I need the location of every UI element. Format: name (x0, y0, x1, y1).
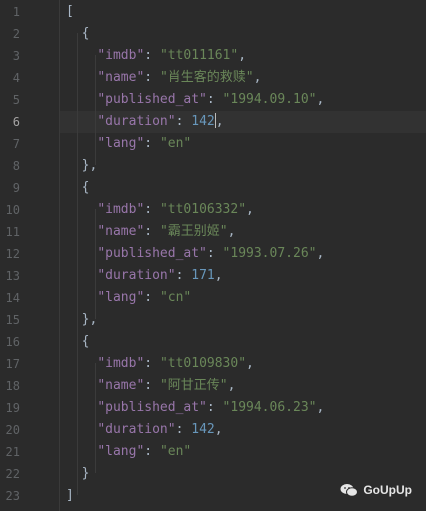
line-number: 16 (5, 335, 20, 349)
code-line[interactable]: "duration": 142, (66, 419, 222, 441)
line-number: 1 (12, 5, 20, 19)
line-number: 2 (12, 27, 20, 41)
code-line[interactable]: }, (66, 155, 98, 177)
code-line[interactable]: "published_at": "1994.09.10", (66, 89, 324, 111)
code-line[interactable]: "name": "肖生客的救赎", (66, 67, 261, 89)
code-line[interactable]: "published_at": "1994.06.23", (66, 397, 324, 419)
line-number: 17 (5, 357, 20, 371)
line-number: 7 (12, 137, 20, 151)
code-editor[interactable]: 1 2 3 4 5 6 7 8 9 10 11 12 13 14 15 16 17 18 19 20 21 22 23 [ … (0, 0, 426, 511)
code-content[interactable]: [ { "imdb": "tt011161", "name": "肖生客的救赎"… (60, 0, 426, 511)
code-line[interactable]: "imdb": "tt0109830", (66, 353, 254, 375)
line-number: 5 (12, 93, 20, 107)
code-line[interactable]: { (66, 331, 90, 353)
code-line[interactable]: "lang": "en" (66, 133, 191, 155)
code-line[interactable]: }, (66, 309, 98, 331)
line-number: 23 (5, 489, 20, 503)
line-number: 21 (5, 445, 20, 459)
watermark: GoUpUp (340, 483, 412, 497)
line-number: 14 (5, 291, 20, 305)
code-line[interactable]: } (66, 463, 90, 485)
code-line[interactable]: "duration": 171, (66, 265, 222, 287)
line-number: 9 (12, 181, 20, 195)
code-line[interactable]: "lang": "cn" (66, 287, 191, 309)
code-line[interactable]: "duration": 142, (66, 111, 224, 133)
line-number: 8 (12, 159, 20, 173)
wechat-icon (340, 483, 359, 497)
code-line[interactable]: "imdb": "tt011161", (66, 45, 246, 67)
line-number: 6 (12, 115, 20, 129)
code-line[interactable]: "published_at": "1993.07.26", (66, 243, 324, 265)
code-line[interactable]: { (66, 23, 90, 45)
line-number: 3 (12, 49, 20, 63)
watermark-text: GoUpUp (363, 483, 412, 497)
line-number: 19 (5, 401, 20, 415)
line-number: 4 (12, 71, 20, 85)
code-line[interactable]: ] (66, 485, 74, 507)
code-line[interactable]: "imdb": "tt0106332", (66, 199, 254, 221)
code-line[interactable]: "name": "阿甘正传", (66, 375, 235, 397)
code-line[interactable]: { (66, 177, 90, 199)
code-line[interactable]: "name": "霸王别姬", (66, 221, 235, 243)
line-number: 12 (5, 247, 20, 261)
line-number: 20 (5, 423, 20, 437)
line-number: 18 (5, 379, 20, 393)
line-number: 22 (5, 467, 20, 481)
line-number-gutter: 1 2 3 4 5 6 7 8 9 10 11 12 13 14 15 16 17 18 19 20 21 22 23 (0, 0, 60, 511)
line-number: 11 (5, 225, 20, 239)
code-line[interactable]: "lang": "en" (66, 441, 191, 463)
line-number: 15 (5, 313, 20, 327)
code-line[interactable]: [ (66, 1, 74, 23)
line-number: 10 (5, 203, 20, 217)
line-number: 13 (5, 269, 20, 283)
